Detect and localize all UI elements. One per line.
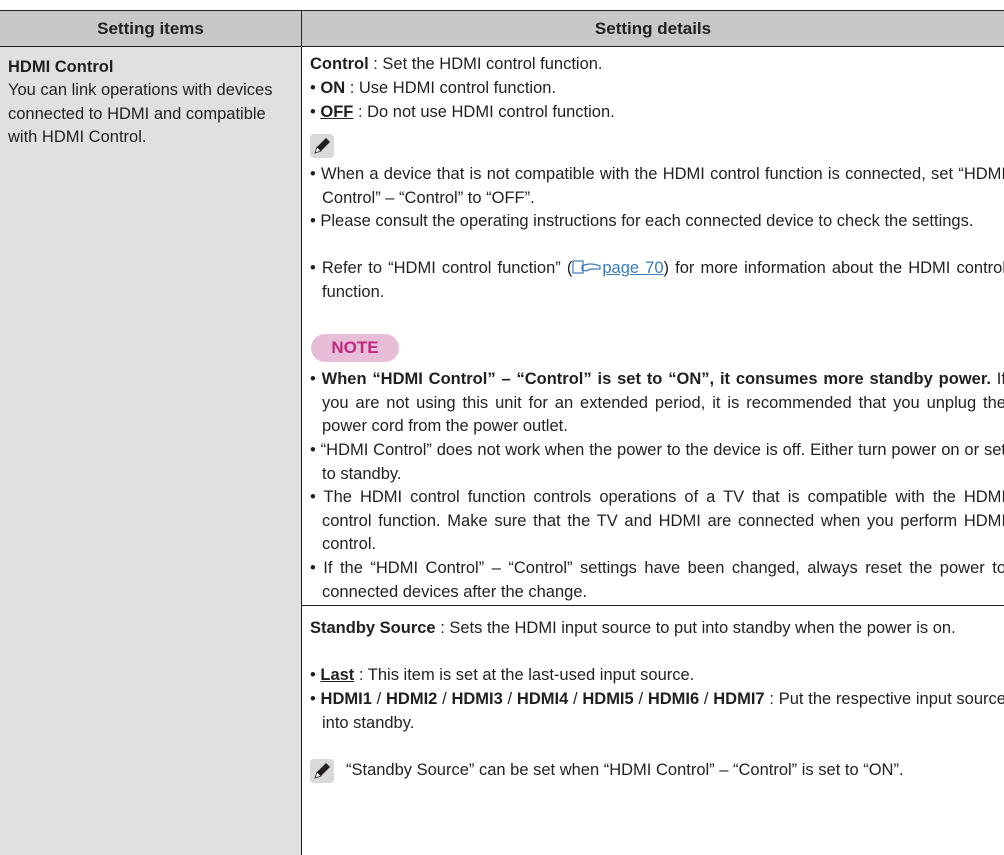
note-bullet-2: • “HDMI Control” does not work when the …: [310, 441, 1004, 483]
control-label: Control: [310, 55, 369, 73]
off-label: OFF: [320, 103, 354, 121]
row-divider: [302, 605, 1004, 606]
standby-memo: “Standby Source” can be set when “HDMI C…: [346, 761, 904, 779]
setting-details-cell: Control : Set the HDMI control function.…: [302, 47, 1004, 855]
page-reference-icon: [572, 260, 601, 274]
standby-last-option: • Last : This item is set at the last-us…: [310, 666, 695, 684]
last-label: Last: [320, 666, 355, 684]
standby-desc: : Sets the HDMI input source to put into…: [435, 619, 956, 637]
standby-line: Standby Source : Sets the HDMI input sou…: [310, 617, 994, 641]
standby-hdmi-options: • HDMI1 / HDMI2 / HDMI3 / HDMI4 / HDMI5 …: [310, 690, 1004, 732]
page-link[interactable]: page 70: [602, 259, 663, 277]
memo-bullet-2: • Please consult the operating instructi…: [310, 212, 974, 230]
item-description: You can link operations with devices con…: [8, 81, 273, 146]
header-setting-details: Setting details: [594, 19, 712, 38]
control-line: Control : Set the HDMI control function.: [310, 53, 994, 77]
off-desc: : Do not use HDMI control function.: [353, 103, 615, 121]
memo-bullet-3: • Refer to “HDMI control function” (page…: [310, 259, 1004, 301]
last-desc: : This item is set at the last-used inpu…: [354, 666, 695, 684]
pencil-icon: [310, 134, 334, 158]
control-desc: : Set the HDMI control function.: [368, 55, 603, 73]
on-label: ON: [320, 79, 346, 97]
header-setting-items: Setting items: [0, 11, 302, 46]
control-off-option: • OFF : Do not use HDMI control function…: [310, 103, 615, 121]
setting-item-cell: HDMI Control You can link operations wit…: [0, 47, 302, 855]
note-badge: NOTE: [311, 334, 399, 362]
note-bullet-1: • When “HDMI Control” – “Control” is set…: [310, 370, 1004, 435]
on-desc: : Use HDMI control function.: [345, 79, 557, 97]
standby-label: Standby Source: [310, 619, 436, 637]
control-on-option: • ON : Use HDMI control function.: [310, 79, 557, 97]
settings-table: Setting items Setting details HDMI Contr…: [0, 10, 1004, 855]
note-bullet-3: • The HDMI control function controls ope…: [310, 488, 1004, 553]
memo-bullet-1: • When a device that is not compatible w…: [310, 165, 1004, 207]
pencil-icon: [310, 759, 334, 783]
note-bullet-4: • If the “HDMI Control” – “Control” sett…: [310, 559, 1004, 601]
item-title: HDMI Control: [8, 58, 114, 76]
table-header: Setting items Setting details: [0, 11, 1004, 47]
